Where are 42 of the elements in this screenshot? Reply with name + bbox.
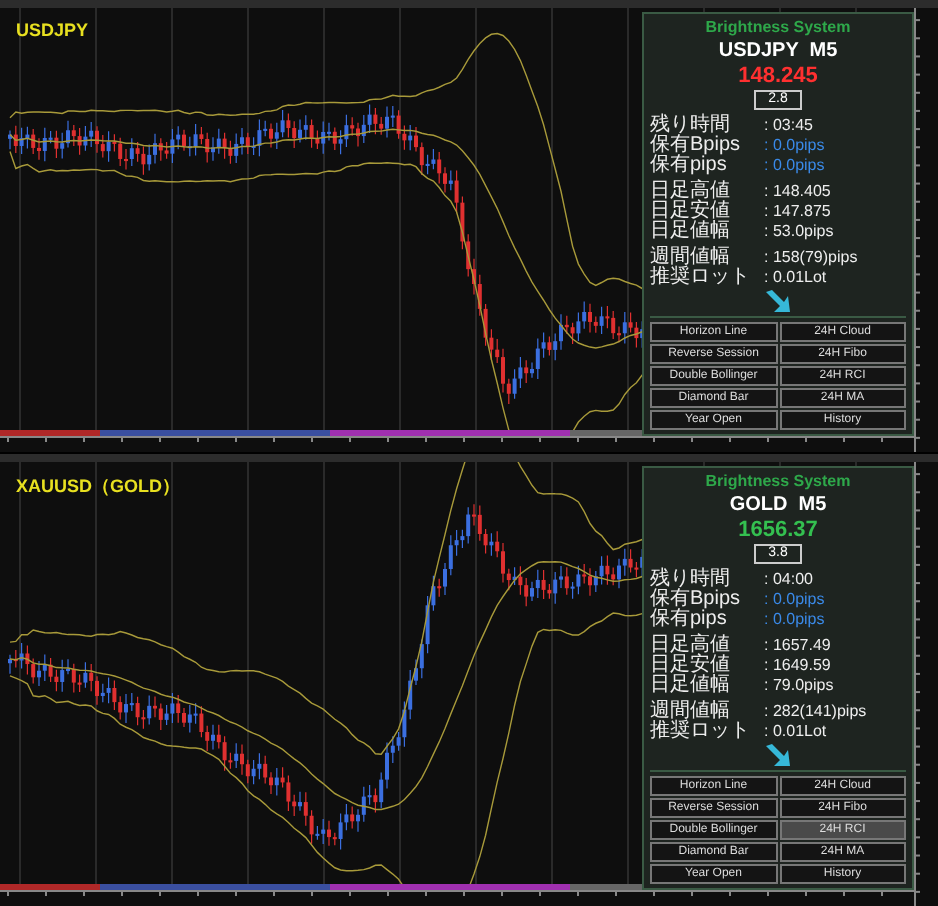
symbol-timeframe: USDJPY M5 — [716, 40, 840, 62]
info-label: 保有pips — [650, 610, 727, 630]
info-value: : 0.01Lot — [764, 268, 827, 288]
info-value: : 282(141)pips — [764, 702, 867, 722]
info-label: 日足値幅 — [650, 222, 732, 242]
info-value: : 1657.49 — [764, 636, 831, 656]
arrow-icon — [764, 744, 792, 768]
symbol-timeframe: GOLD M5 — [727, 494, 829, 516]
panel-title: Brightness System — [703, 472, 853, 492]
info-label: 日足値幅 — [650, 676, 732, 696]
info-label: 日足高値 — [650, 636, 732, 656]
info-value: : 0.0pips — [764, 156, 825, 176]
info-label: 週間値幅 — [650, 248, 732, 268]
current-price: 148.245 — [736, 64, 820, 88]
info-label: 推奨ロット — [650, 268, 752, 288]
symbol-label: XAUUSD（GOLD） — [16, 474, 181, 500]
info-value: : 1649.59 — [764, 656, 831, 676]
info-value: : 0.0pips — [764, 610, 825, 630]
symbol-label: USDJPY — [16, 20, 89, 40]
info-value: : 03:45 — [764, 116, 813, 136]
info-value: : 158(79)pips — [764, 248, 858, 268]
info-value: : 0.0pips — [764, 590, 825, 610]
info-value: : 79.0pips — [764, 676, 834, 696]
info-label: 保有Bpips — [650, 136, 743, 156]
info-label: 残り時間 — [650, 116, 730, 136]
panel-title: Brightness System — [703, 18, 853, 38]
info-label: 残り時間 — [650, 570, 730, 590]
info-label: 保有pips — [650, 156, 727, 176]
current-price: 1656.37 — [736, 518, 820, 542]
info-value: : 148.405 — [764, 182, 831, 202]
info-value: : 0.0pips — [764, 136, 825, 156]
info-label: 日足安値 — [650, 656, 732, 676]
info-label: 日足高値 — [650, 182, 732, 202]
arrow-icon — [764, 290, 792, 314]
info-label: 保有Bpips — [650, 590, 743, 610]
info-value: : 147.875 — [764, 202, 831, 222]
info-label: 推奨ロット — [650, 722, 752, 742]
info-value: : 0.01Lot — [764, 722, 827, 742]
info-value: : 04:00 — [764, 570, 813, 590]
info-label: 日足安値 — [650, 202, 732, 222]
info-value: : 53.0pips — [764, 222, 834, 242]
info-label: 週間値幅 — [650, 702, 732, 722]
